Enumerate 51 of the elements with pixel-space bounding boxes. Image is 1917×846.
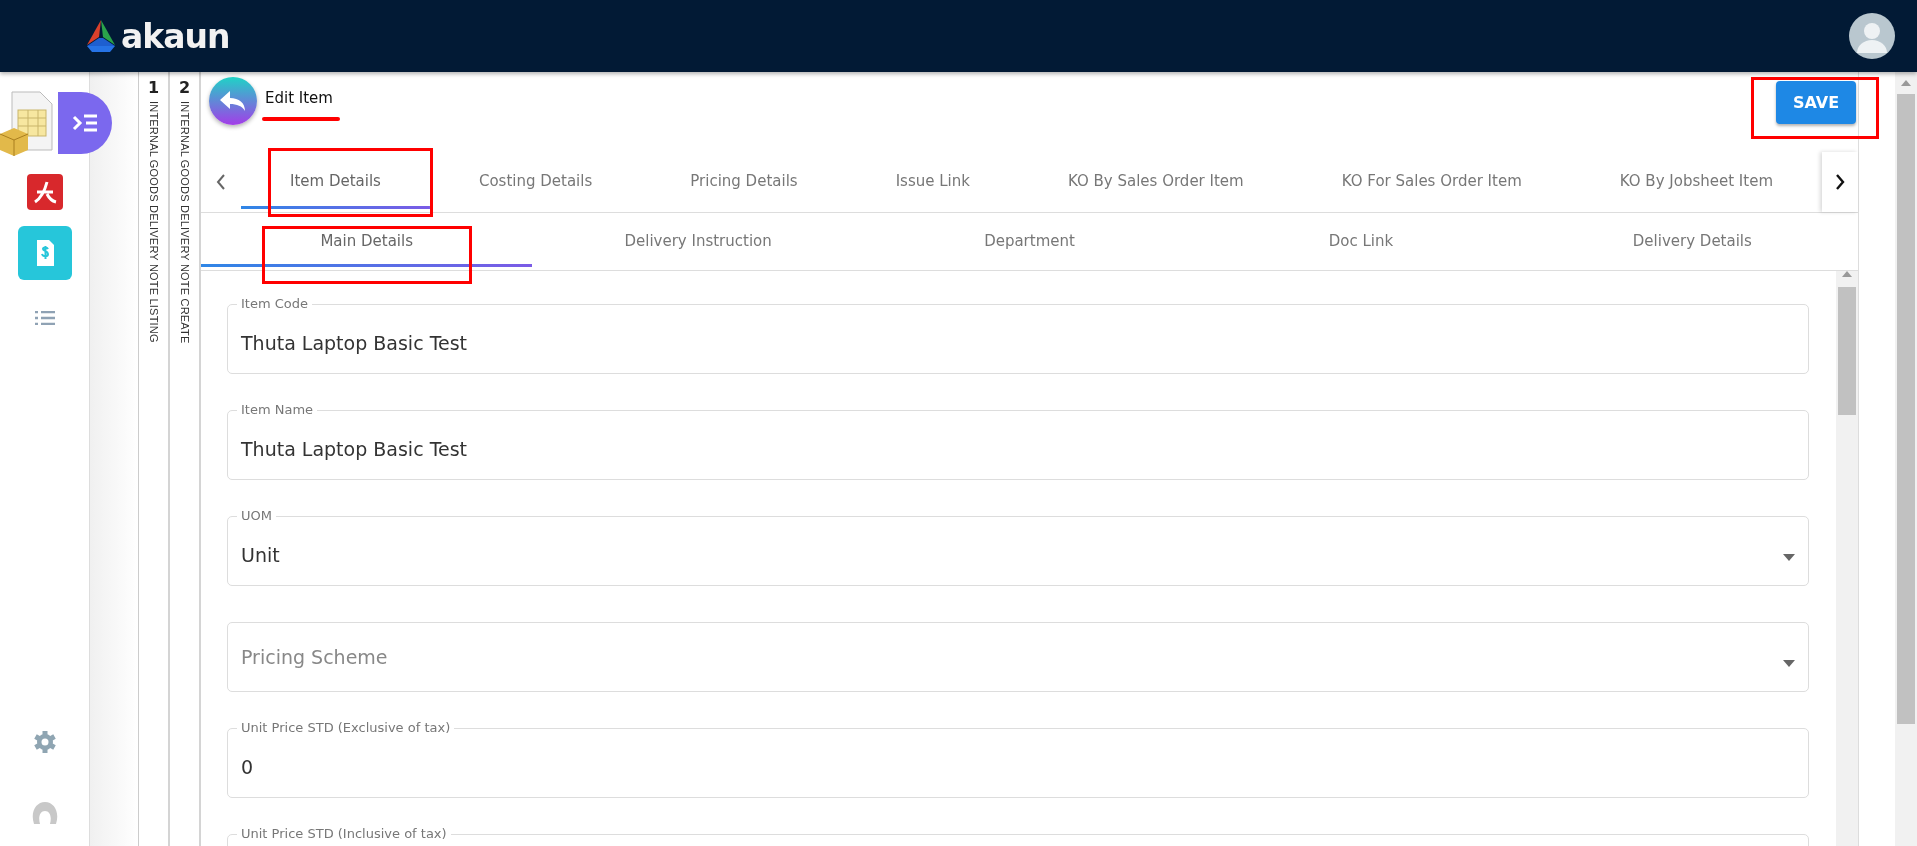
select-field[interactable]: Pricing Scheme (227, 613, 1809, 692)
field-label: Unit Price STD (Exclusive of tax) (237, 719, 455, 736)
field-value: 0 (241, 756, 254, 778)
pdf-icon[interactable] (26, 174, 63, 210)
select-field[interactable]: UOM Unit (227, 507, 1809, 586)
menu-collapse-icon (72, 114, 98, 132)
scrollbar[interactable] (1836, 271, 1858, 846)
logo-icon (84, 20, 118, 52)
collapse-menu-button[interactable] (58, 92, 112, 154)
field-label: Unit Price STD (Inclusive of tax) (237, 825, 451, 842)
user-icon[interactable] (31, 802, 58, 824)
field-value: Thuta Laptop Basic Test (241, 438, 468, 460)
field-value: Thuta Laptop Basic Test (241, 332, 468, 354)
input-field[interactable]: Unit Price STD (Exclusive of tax) 0 (227, 719, 1809, 798)
back-arrow-icon (220, 91, 246, 111)
scroll-right-button[interactable] (1822, 152, 1858, 212)
field-placeholder: Pricing Scheme (241, 646, 388, 670)
scroll-thumb[interactable] (1897, 94, 1915, 724)
scroll-up-icon (1842, 271, 1852, 277)
input-field[interactable]: Item Code Thuta Laptop Basic Test (227, 295, 1809, 374)
dropdown-caret-icon (1783, 553, 1795, 561)
dropdown-caret-icon (1783, 659, 1795, 667)
settings-icon[interactable] (33, 730, 56, 754)
chevron-left-icon[interactable] (216, 174, 226, 190)
list-icon[interactable] (34, 311, 55, 325)
input-field[interactable]: Item Name Thuta Laptop Basic Test (227, 401, 1809, 480)
page-number: 2 (178, 78, 191, 97)
scroll-thumb[interactable] (1838, 287, 1856, 415)
save-button[interactable]: SAVE (1776, 81, 1856, 124)
page-number: 1 (147, 78, 160, 97)
sub-tab[interactable]: Doc Link (1195, 213, 1527, 270)
tab[interactable]: KO By Sales Order Item (1018, 152, 1293, 212)
page-title[interactable]: INTERNAL GOODS DELIVERY NOTE LISTING (147, 101, 160, 343)
page-heading: Edit Item (265, 89, 333, 107)
page-scrollbar[interactable] (1895, 72, 1917, 846)
dollar-document-icon[interactable] (17, 226, 72, 280)
field-value: Unit (241, 544, 280, 566)
tab[interactable]: Issue Link (846, 152, 1019, 212)
scroll-up-icon (1901, 80, 1911, 86)
back-button[interactable] (209, 77, 257, 125)
sub-tab[interactable]: Department (863, 213, 1196, 270)
tab[interactable]: KO By Jobsheet Item (1570, 152, 1822, 212)
logo-text: akaun (121, 16, 230, 56)
sub-tab[interactable]: Delivery Details (1526, 213, 1859, 270)
tab[interactable]: Costing Details (429, 152, 642, 212)
tab[interactable]: KO For Sales Order Item (1292, 152, 1571, 212)
sub-tab[interactable]: Delivery Instruction (532, 213, 864, 270)
chevron-right-icon (1835, 174, 1845, 190)
tab[interactable]: Pricing Details (641, 152, 847, 212)
page-title[interactable]: INTERNAL GOODS DELIVERY NOTE CREATE (178, 101, 191, 344)
avatar-icon[interactable] (1849, 13, 1895, 59)
